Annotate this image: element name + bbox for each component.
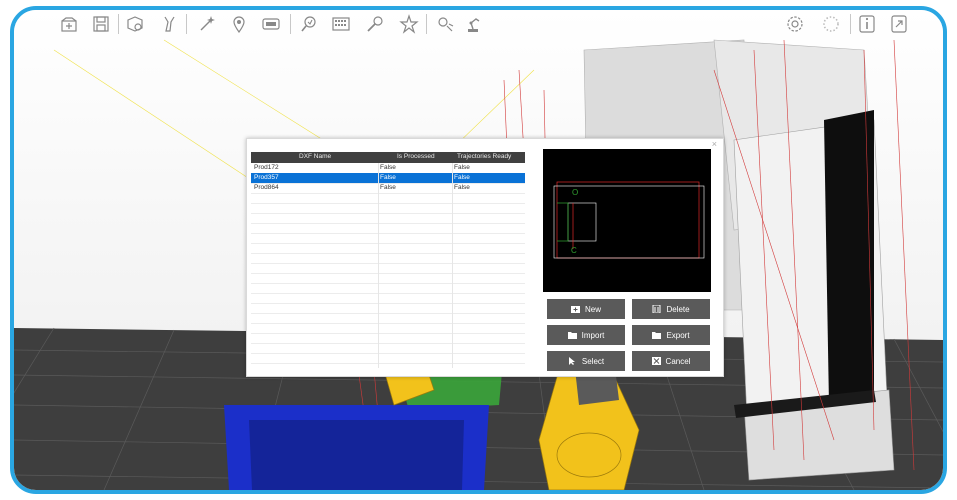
dxf-table: DXF Name Is Processed Trajectories Ready… [251,152,525,370]
loading-icon [820,13,842,35]
location-pin-icon[interactable] [228,13,250,35]
display-icon[interactable] [260,13,282,35]
robot-arm-icon[interactable] [462,13,484,35]
new-icon [570,305,580,313]
cell-trajectories-ready: False [454,164,470,171]
dxf-dialog: × DXF Name Is Processed Trajectories Rea… [246,138,724,377]
blue-table-inner [249,420,464,490]
cancel-button-label: Cancel [665,356,691,366]
column-divider [452,163,453,368]
table-header: DXF Name Is Processed Trajectories Ready [251,152,525,163]
wrench-icon[interactable] [158,13,180,35]
search-check-icon[interactable] [298,13,320,35]
new-button-label: New [584,304,601,314]
cell-is-processed: False [380,164,396,171]
folder-export-icon [652,331,662,339]
export-button[interactable]: Export [632,325,710,345]
column-header-trajectories-ready[interactable]: Trajectories Ready [457,152,511,162]
cell-dxf-name: Prod864 [254,184,279,191]
select-button[interactable]: Select [547,351,625,371]
import-robot-icon[interactable] [124,13,146,35]
fullscreen-icon[interactable] [888,13,910,35]
trash-icon [652,304,661,314]
delete-button-label: Delete [666,304,690,314]
import-button[interactable]: Import [547,325,625,345]
preview-label-c: C [571,246,577,255]
select-button-label: Select [581,356,605,366]
cell-trajectories-ready: False [454,184,470,191]
import-button-label: Import [581,330,605,340]
preview-label-o: O [572,188,578,197]
cell-is-processed: False [380,184,396,191]
empty-row [251,353,525,364]
column-divider [378,163,379,368]
delete-button[interactable]: Delete [632,299,710,319]
info-icon[interactable] [856,13,878,35]
new-button[interactable]: New [547,299,625,319]
star-tool-icon[interactable] [398,13,420,35]
cancel-icon [651,357,661,365]
cell-dxf-name: Prod172 [254,164,279,171]
cell-trajectories-ready: False [454,174,470,181]
close-button[interactable]: × [712,139,717,149]
export-button-label: Export [666,330,690,340]
cell-dxf-name: Prod357 [254,174,279,181]
cell-is-processed: False [380,174,396,181]
gear-robot-icon[interactable] [434,13,456,35]
dxf-preview: O C [543,149,711,292]
keyboard-icon[interactable] [330,13,352,35]
toolbar [14,10,943,40]
magic-wand-icon[interactable] [196,13,218,35]
settings-gear-icon[interactable] [784,13,806,35]
column-header-is-processed[interactable]: Is Processed [397,152,435,162]
cancel-button[interactable]: Cancel [632,351,710,371]
column-header-dxf-name[interactable]: DXF Name [299,152,331,162]
save-icon[interactable] [90,13,112,35]
folder-import-icon [567,331,577,339]
cursor-icon [568,357,577,365]
new-file-icon[interactable] [58,13,80,35]
app-window: × DXF Name Is Processed Trajectories Rea… [10,6,947,494]
microphone-icon[interactable] [364,13,386,35]
